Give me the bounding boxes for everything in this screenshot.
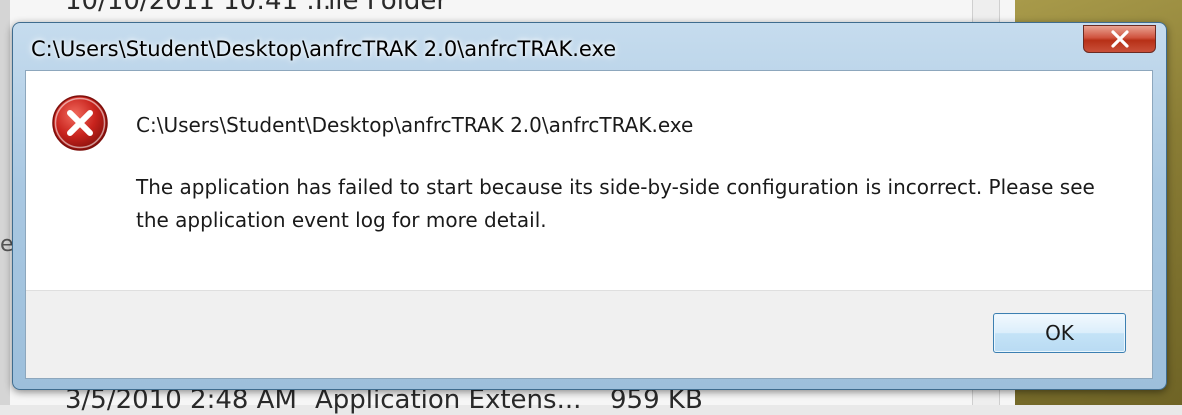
file-type: File Folder [315,0,448,16]
dialog-footer: OK [26,290,1152,378]
ok-button[interactable]: OK [993,313,1126,353]
dialog-content: C:\Users\Student\Desktop\anfrcTRAK 2.0\a… [25,70,1153,379]
dialog-title: C:\Users\Student\Desktop\anfrcTRAK 2.0\a… [31,37,617,61]
close-icon [1110,30,1129,48]
file-date: 10/10/2011 10:41 ... [65,0,332,16]
error-file-path: C:\Users\Student\Desktop\anfrcTRAK 2.0\a… [136,113,694,137]
close-button[interactable] [1083,25,1156,53]
explorer-nav-strip [0,0,10,405]
error-icon [52,95,108,151]
error-message: The application has failed to start beca… [136,175,1095,232]
file-row[interactable]: 10/10/2011 10:41 ... File Folder [0,0,1000,16]
error-dialog: C:\Users\Student\Desktop\anfrcTRAK 2.0\a… [12,22,1167,390]
